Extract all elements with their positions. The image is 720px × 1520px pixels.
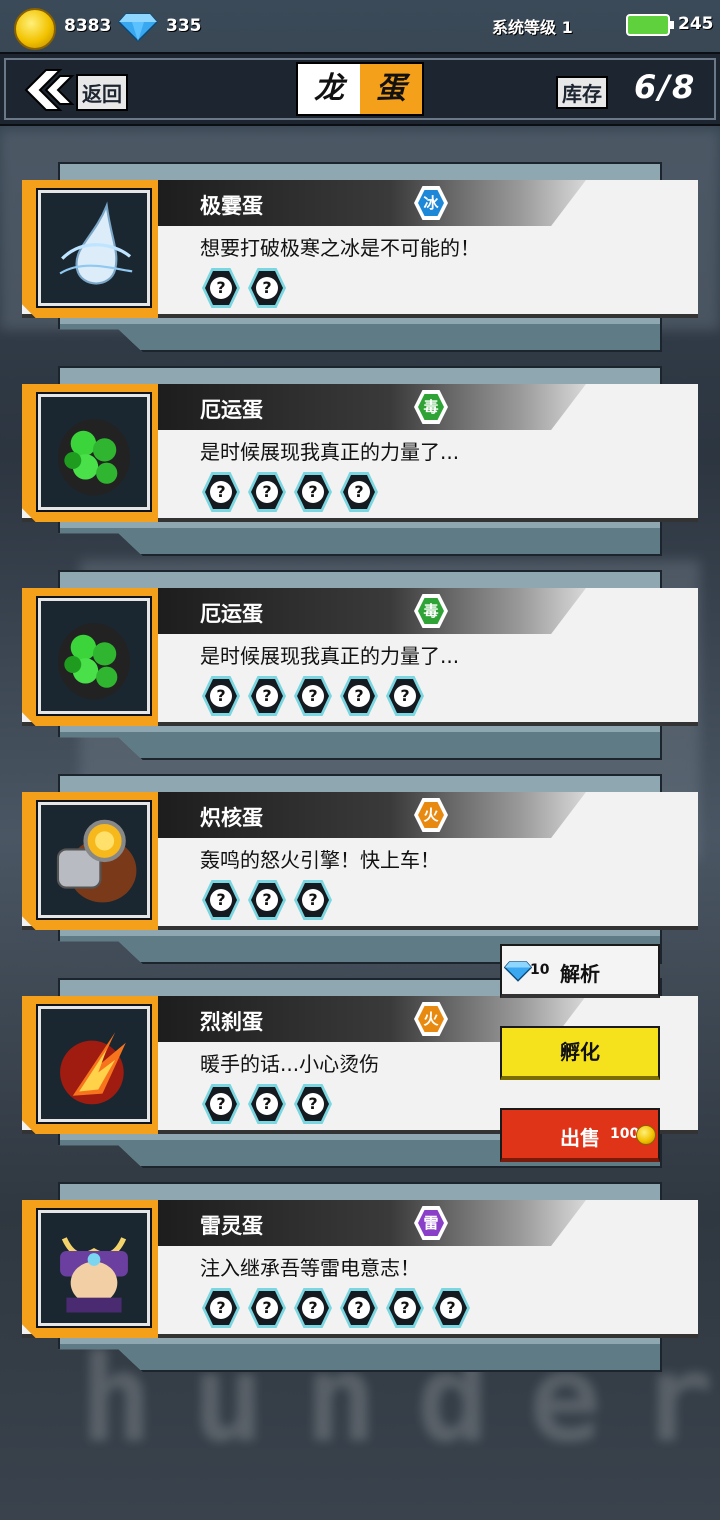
energy-battery-icon [626, 14, 674, 36]
skill-slot-unknown-icon[interactable]: ? [248, 676, 286, 716]
skill-slots: ????? [202, 676, 424, 716]
egg-description: 暖手的话...小心烫伤 [200, 1052, 380, 1076]
skill-slot-unknown-icon[interactable]: ? [294, 1084, 332, 1124]
skill-slot-unknown-icon[interactable]: ? [294, 1288, 332, 1328]
header-bar: 返回 龙 蛋 库存 6/8 [0, 52, 720, 126]
coin-count: 8383 [64, 16, 112, 36]
samurai-egg-icon [36, 1208, 152, 1328]
skill-slot-unknown-icon[interactable]: ? [386, 676, 424, 716]
back-button[interactable]: 返回 [20, 64, 140, 114]
skill-slot-unknown-icon[interactable]: ? [202, 268, 240, 308]
skill-slots: ?????? [202, 1288, 470, 1328]
egg-name: 烈刹蛋 [200, 1010, 263, 1034]
skill-slot-unknown-icon[interactable]: ? [248, 1288, 286, 1328]
egg-description: 注入继承吾等雷电意志！ [200, 1256, 420, 1280]
egg-name: 极霎蛋 [200, 194, 263, 218]
egg-name: 厄运蛋 [200, 602, 263, 626]
skill-slot-unknown-icon[interactable]: ? [340, 676, 378, 716]
egg-description: 是时候展现我真正的力量了... [200, 644, 460, 668]
sell-price: 100 [610, 1126, 640, 1142]
sell-button[interactable]: 出售 100 [500, 1108, 660, 1162]
egg-description: 想要打破极寒之冰是不可能的！ [200, 236, 480, 260]
skill-slot-unknown-icon[interactable]: ? [340, 472, 378, 512]
skill-slot-unknown-icon[interactable]: ? [202, 1288, 240, 1328]
egg-description: 是时候展现我真正的力量了... [200, 440, 460, 464]
engine-egg-icon [36, 800, 152, 920]
ice-drop-egg-icon [36, 188, 152, 308]
analyze-label: 解析 [560, 962, 600, 986]
sell-label: 出售 [560, 1126, 600, 1150]
hatch-button[interactable]: 孵化 [500, 1026, 660, 1080]
analyze-button[interactable]: 10 解析 [500, 944, 660, 998]
egg-name: 雷灵蛋 [200, 1214, 263, 1238]
energy-count: 245 [678, 14, 714, 34]
skill-slot-unknown-icon[interactable]: ? [202, 1084, 240, 1124]
skill-slots: ???? [202, 472, 378, 512]
diamond-icon [504, 961, 532, 982]
element-label: 雷 [418, 1210, 444, 1236]
element-label: 毒 [418, 598, 444, 624]
skill-slot-unknown-icon[interactable]: ? [248, 880, 286, 920]
stock-count: 6/8 [634, 68, 697, 106]
status-bar: 8383 335 系统等级 1 245 [0, 0, 720, 52]
egg-card[interactable]: 厄运蛋 毒 是时候展现我真正的力量了... ????? [22, 570, 698, 760]
double-chevron-left-icon [24, 69, 75, 111]
skill-slot-unknown-icon[interactable]: ? [386, 1288, 424, 1328]
egg-card[interactable]: 炽核蛋 火 轰鸣的怒火引擎！快上车！ ??? [22, 774, 698, 964]
skill-slot-unknown-icon[interactable]: ? [340, 1288, 378, 1328]
skill-slot-unknown-icon[interactable]: ? [294, 472, 332, 512]
skill-slot-unknown-icon[interactable]: ? [294, 676, 332, 716]
skill-slot-unknown-icon[interactable]: ? [248, 1084, 286, 1124]
system-level: 系统等级 1 [492, 18, 573, 37]
egg-name: 炽核蛋 [200, 806, 263, 830]
skill-slot-unknown-icon[interactable]: ? [202, 676, 240, 716]
toxic-egg-icon [36, 392, 152, 512]
element-label: 火 [418, 802, 444, 828]
egg-card[interactable]: 雷灵蛋 雷 注入继承吾等雷电意志！ ?????? [22, 1182, 698, 1372]
skill-slots: ??? [202, 880, 332, 920]
gem-count: 335 [166, 16, 202, 36]
skill-slot-unknown-icon[interactable]: ? [294, 880, 332, 920]
skill-slot-unknown-icon[interactable]: ? [202, 472, 240, 512]
skill-slot-unknown-icon[interactable]: ? [202, 880, 240, 920]
skill-slot-unknown-icon[interactable]: ? [432, 1288, 470, 1328]
element-label: 冰 [418, 190, 444, 216]
element-label: 火 [418, 1006, 444, 1032]
egg-card[interactable]: 极霎蛋 冰 想要打破极寒之冰是不可能的！ ?? [22, 162, 698, 352]
skill-slot-unknown-icon[interactable]: ? [248, 268, 286, 308]
stock-label: 库存 [556, 76, 608, 109]
egg-description: 轰鸣的怒火引擎！快上车！ [200, 848, 440, 872]
skill-slots: ??? [202, 1084, 332, 1124]
coin-icon [636, 1125, 656, 1145]
egg-name: 厄运蛋 [200, 398, 263, 422]
page-title: 龙 蛋 [296, 62, 424, 116]
diamond-icon [118, 13, 158, 42]
flame-egg-icon [36, 1004, 152, 1124]
skill-slot-unknown-icon[interactable]: ? [248, 472, 286, 512]
toxic-egg-icon [36, 596, 152, 716]
element-label: 毒 [418, 394, 444, 420]
back-label: 返回 [76, 74, 128, 111]
coin-icon [14, 8, 56, 50]
skill-slots: ?? [202, 268, 286, 308]
egg-card[interactable]: 厄运蛋 毒 是时候展现我真正的力量了... ???? [22, 366, 698, 556]
analyze-cost: 10 [530, 962, 550, 978]
